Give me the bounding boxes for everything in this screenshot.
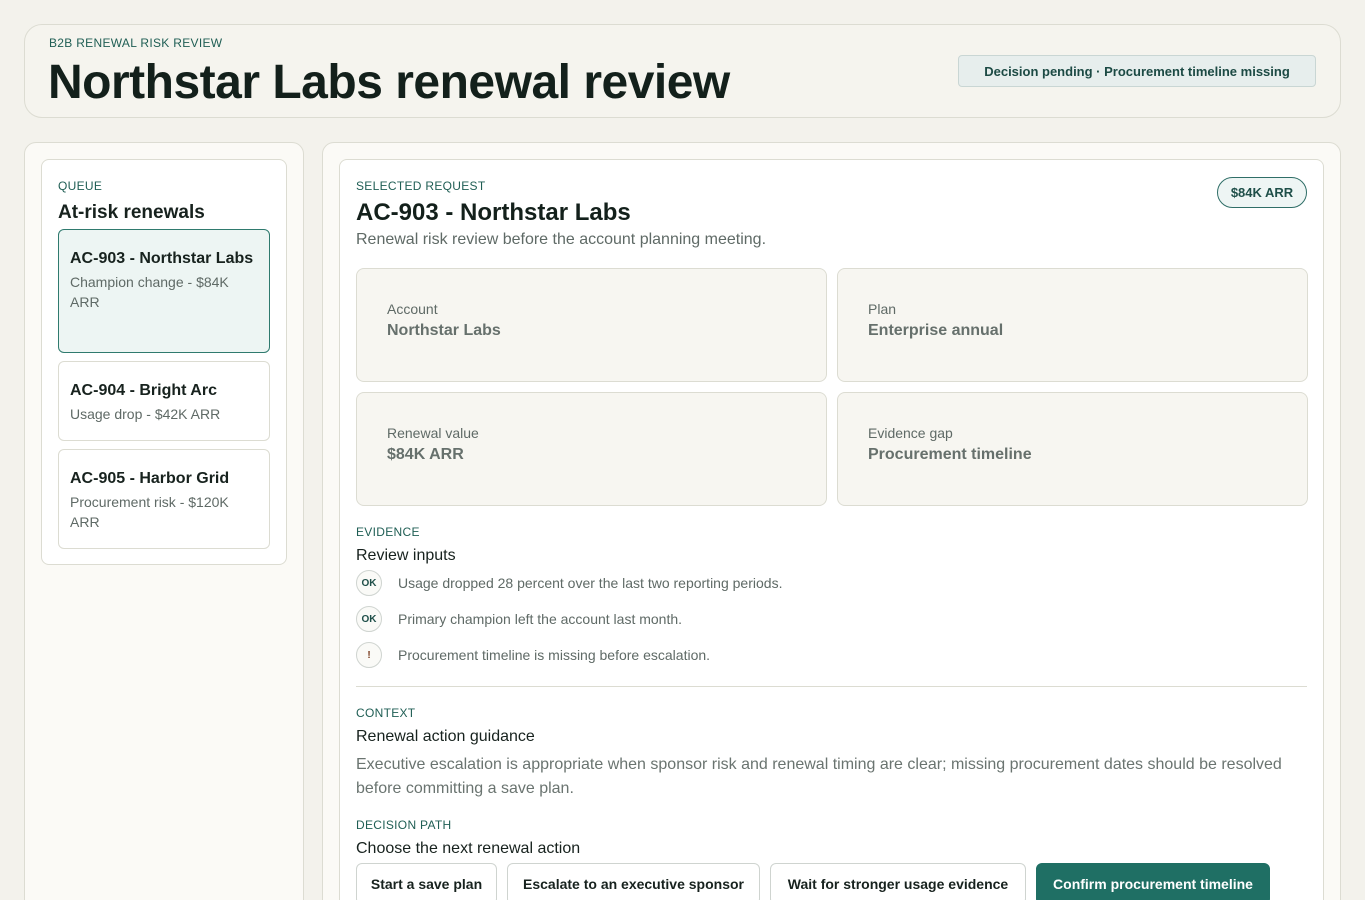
field-label: Renewal value <box>387 425 479 441</box>
field-value: Northstar Labs <box>387 322 501 339</box>
evidence-item: OK Usage dropped 28 percent over the las… <box>356 569 782 597</box>
field-value: Procurement timeline <box>868 446 1032 463</box>
context-eyebrow: CONTEXT <box>356 706 416 720</box>
decision-eyebrow: DECISION PATH <box>356 818 452 832</box>
field-evidence-gap: Evidence gap Procurement timeline <box>837 392 1308 506</box>
evidence-text: Primary champion left the account last m… <box>398 611 683 627</box>
evidence-item: ! Procurement timeline is missing before… <box>356 641 710 669</box>
evidence-eyebrow: EVIDENCE <box>356 525 420 539</box>
queue-item-ac-903[interactable]: AC-903 - Northstar Labs Champion change … <box>58 229 270 353</box>
queue-item-ac-904[interactable]: AC-904 - Bright Arc Usage drop - $42K AR… <box>58 361 270 441</box>
queue-item-subtitle: Procurement risk - $120K ARR <box>70 494 229 530</box>
confirm-procurement-timeline-button[interactable]: Confirm procurement timeline <box>1036 863 1270 900</box>
start-save-plan-button[interactable]: Start a save plan <box>356 863 497 900</box>
field-renewal-value: Renewal value $84K ARR <box>356 392 827 506</box>
status-badge: Decision pending · Procurement timeline … <box>958 55 1316 87</box>
context-title: Renewal action guidance <box>356 728 535 745</box>
queue-item-title: AC-903 - Northstar Labs <box>70 250 254 267</box>
evidence-item: OK Primary champion left the account las… <box>356 605 682 633</box>
warning-icon: ! <box>356 642 382 668</box>
context-guidance: Executive escalation is appropriate when… <box>356 756 1282 797</box>
queue-item-ac-905[interactable]: AC-905 - Harbor Grid Procurement risk - … <box>58 449 270 549</box>
evidence-text: Procurement timeline is missing before e… <box>398 647 711 663</box>
field-label: Plan <box>868 301 897 317</box>
header-eyebrow: B2B RENEWAL RISK REVIEW <box>49 36 223 50</box>
wait-usage-evidence-button[interactable]: Wait for stronger usage evidence <box>770 863 1026 900</box>
check-ok-icon: OK <box>356 606 382 632</box>
evidence-text: Usage dropped 28 percent over the last t… <box>398 575 783 591</box>
field-plan: Plan Enterprise annual <box>837 268 1308 382</box>
field-account: Account Northstar Labs <box>356 268 827 382</box>
section-divider <box>356 686 1307 687</box>
queue-item-subtitle: Usage drop - $42K ARR <box>70 406 221 422</box>
field-label: Evidence gap <box>868 425 953 441</box>
page-header: B2B RENEWAL RISK REVIEW Northstar Labs r… <box>24 24 1341 118</box>
request-title: AC-903 - Northstar Labs <box>356 199 631 226</box>
escalate-executive-sponsor-button[interactable]: Escalate to an executive sponsor <box>507 863 760 900</box>
request-description: Renewal risk review before the account p… <box>356 231 767 248</box>
arr-badge: $84K ARR <box>1217 177 1307 208</box>
queue-item-title: AC-905 - Harbor Grid <box>70 470 230 487</box>
decision-title: Choose the next renewal action <box>356 840 581 857</box>
field-label: Account <box>387 301 438 317</box>
sidebar: QUEUE At-risk renewals AC-903 - Northsta… <box>24 142 304 900</box>
evidence-title: Review inputs <box>356 547 456 564</box>
queue-eyebrow: QUEUE <box>58 179 103 193</box>
queue-title: At-risk renewals <box>58 202 205 223</box>
check-ok-icon: OK <box>356 570 382 596</box>
queue-item-subtitle: Champion change - $84K ARR <box>70 274 229 310</box>
request-eyebrow: SELECTED REQUEST <box>356 179 486 193</box>
field-value: $84K ARR <box>387 446 464 463</box>
queue-panel: QUEUE At-risk renewals AC-903 - Northsta… <box>41 159 287 565</box>
field-value: Enterprise annual <box>868 322 1004 339</box>
queue-item-title: AC-904 - Bright Arc <box>70 382 217 399</box>
main-panel: SELECTED REQUEST $84K ARR AC-903 - North… <box>322 142 1341 900</box>
page-title: Northstar Labs renewal review <box>48 56 730 109</box>
request-detail: SELECTED REQUEST $84K ARR AC-903 - North… <box>339 159 1324 900</box>
